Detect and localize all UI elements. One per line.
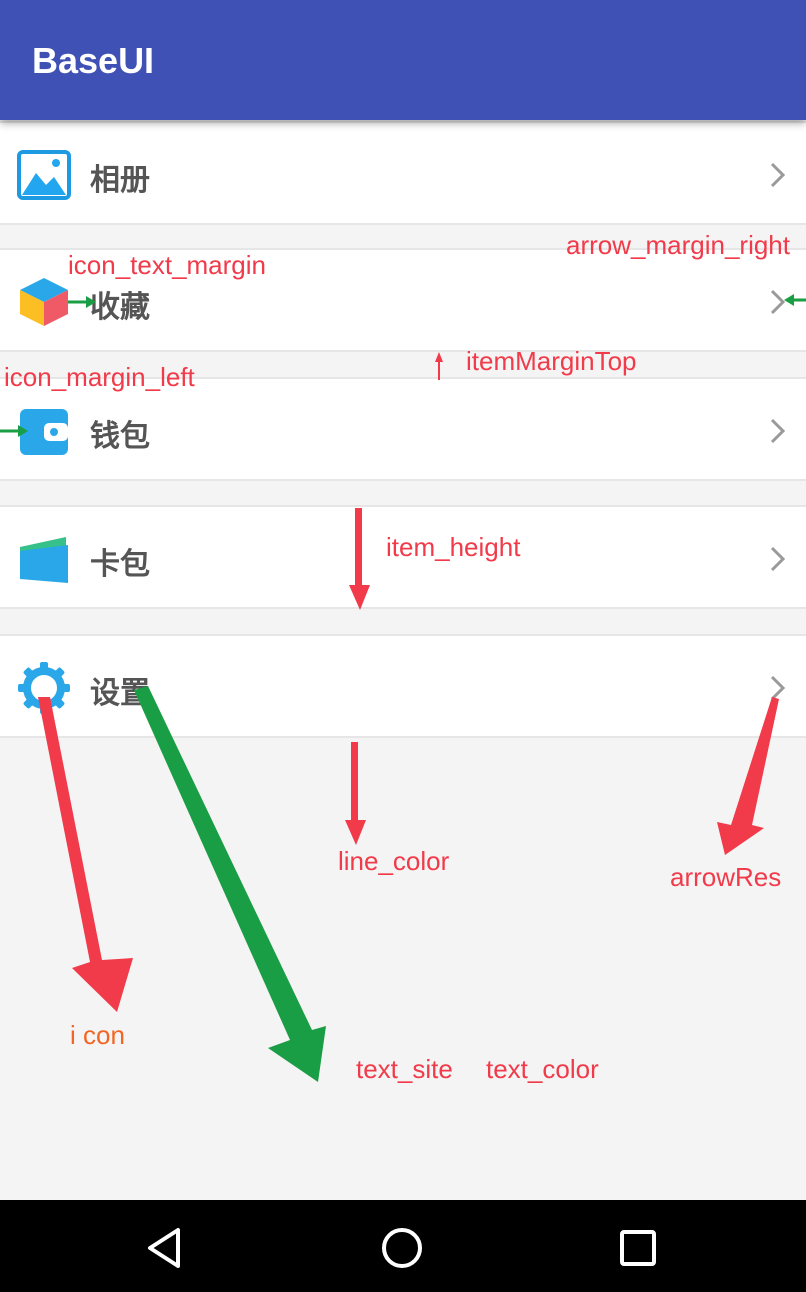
item-label: 设置 [90, 676, 150, 711]
annotation-text-color: text_color [486, 1054, 599, 1084]
annotation-item-height: item_height [386, 532, 521, 562]
text-arrow [134, 686, 326, 1082]
annotation-arrow-margin-right: arrow_margin_right [566, 230, 790, 260]
list-item-album[interactable]: 相册 [0, 121, 806, 225]
app-bar: BaseUI [0, 0, 806, 120]
item-label: 卡包 [90, 547, 150, 582]
icon-arrow [38, 697, 133, 1012]
annotation-icon-text-margin: icon_text_margin [68, 250, 266, 280]
item-margin-top-arrow [435, 352, 443, 380]
chevron-right-icon [770, 289, 786, 315]
chevron-right-icon [770, 162, 786, 188]
wallet-icon [20, 409, 68, 455]
favorites-cube-icon [20, 278, 68, 326]
chevron-right-icon [770, 418, 786, 444]
annotation-text-site: text_site [356, 1054, 453, 1084]
item-label: 收藏 [90, 290, 150, 325]
home-circle-icon[interactable] [378, 1224, 426, 1272]
recents-square-icon[interactable] [614, 1224, 662, 1272]
chevron-right-icon [770, 675, 786, 701]
annotation-icon: i con [70, 1020, 125, 1050]
annotation-icon-margin-left: icon_margin_left [4, 362, 195, 392]
annotation-line-color: line_color [338, 846, 450, 876]
photo-album-icon [17, 150, 71, 200]
back-triangle-icon[interactable] [142, 1224, 190, 1272]
item-label: 相册 [90, 163, 150, 198]
system-navigation-bar [0, 1200, 806, 1292]
annotation-item-margin-top: itemMarginTop [466, 346, 637, 376]
card-pack-icon [20, 537, 68, 583]
line-color-arrow [345, 742, 366, 845]
settings-gear-icon [18, 662, 70, 714]
list-item-settings[interactable]: 设置 [0, 634, 806, 738]
chevron-right-icon [770, 546, 786, 572]
app-title: BaseUI [32, 40, 155, 81]
item-label: 钱包 [90, 419, 150, 454]
annotation-arrow-res: arrowRes [670, 862, 782, 892]
